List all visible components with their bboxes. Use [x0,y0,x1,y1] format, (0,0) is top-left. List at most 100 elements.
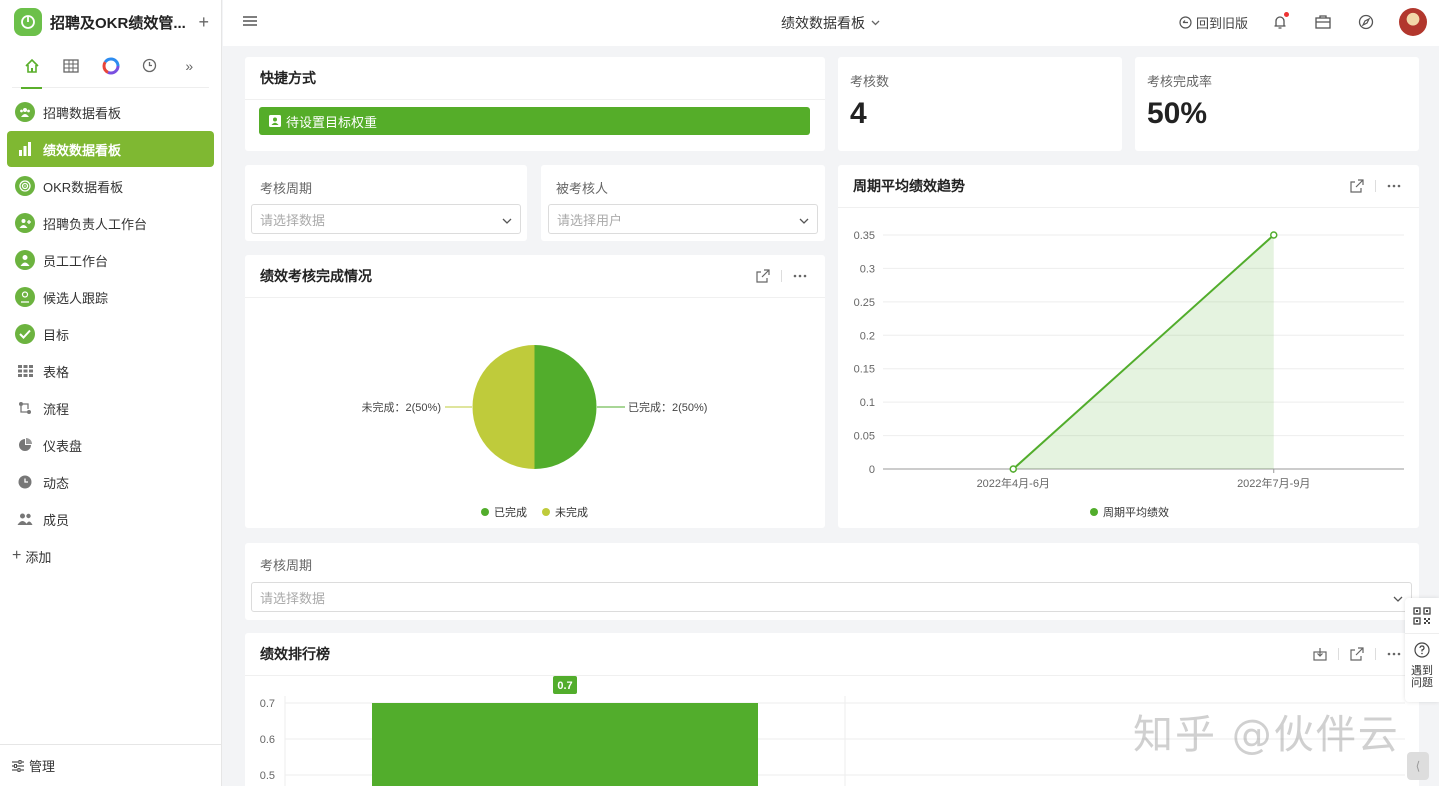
dashboard-color-icon[interactable] [91,44,130,88]
y-tick-label: 0.15 [854,364,875,376]
open-external-icon[interactable] [753,266,773,286]
filter-person-card: 被考核人 请选择用户 [541,165,825,241]
sidebar-item-recruit-dashboard[interactable]: 招聘数据看板 [7,94,214,130]
legend-label: 已完成 [494,507,527,519]
bell-icon[interactable] [1270,12,1290,32]
set-goal-weight-label: 待设置目标权重 [286,114,378,130]
sidebar-item-members[interactable]: 成员 [7,501,214,537]
sidebar-item-tables[interactable]: 表格 [7,353,214,389]
x-tick-label: 2022年7月-9月 [1237,476,1310,490]
chevron-down-icon [871,20,880,26]
back-old-label: 回到旧版 [1195,15,1248,31]
card-header: 绩效考核完成情况 [245,255,825,298]
sidebar-item-okr-dashboard[interactable]: OKR数据看板 [7,168,214,204]
back-to-old-version-button[interactable]: 回到旧版 [1179,13,1248,32]
period-select[interactable]: 请选择数据 [251,204,521,234]
set-goal-weight-button[interactable]: 待设置目标权重 [259,107,810,135]
period-select-2[interactable]: 请选择数据 [251,582,1412,612]
data-point [1270,231,1278,239]
sidebar-item-label: 候选人跟踪 [43,290,109,306]
pie-slice-incomplete[interactable] [472,345,535,469]
divider [781,270,782,282]
bar-value-label: 0.7 [557,680,572,692]
collapse-handle-icon[interactable]: ⟨ [1407,752,1429,780]
line-legend[interactable]: 周期平均绩效 [1090,504,1169,520]
filter-period-card: 考核周期 请选择数据 [245,165,527,241]
y-tick-label: 0.3 [860,263,875,275]
divider [1375,648,1376,660]
select-placeholder: 请选择数据 [260,212,326,228]
qrcode-icon[interactable] [1405,598,1439,634]
legend-label: 周期平均绩效 [1103,507,1169,519]
revert-icon [1179,15,1192,29]
pie-label-complete: 已完成：2(50%) [628,400,707,414]
team-icon [15,102,35,122]
legend-item-complete[interactable]: 已完成 [481,504,527,520]
trend-line-chart: 0.35 0.3 0.25 0.2 0.15 0.1 0.05 0 2022年4月-6月 2022… [854,230,1404,490]
sidebar-item-employee-workbench[interactable]: 员工工作台 [7,242,214,278]
y-tick-label: 0.1 [860,397,875,409]
expand-icon[interactable]: » [170,44,209,88]
add-app-button[interactable]: + [198,12,209,33]
card-tools [753,266,810,286]
filter-period-card-2: 考核周期 请选择数据 [245,543,1419,620]
compass-icon[interactable] [1356,12,1376,32]
target-icon [15,176,35,196]
sidebar-item-flow[interactable]: 流程 [7,390,214,426]
contact-card-icon [269,115,281,127]
sidebar-icon-tabs: » [12,44,209,89]
more-icon[interactable] [1384,644,1404,664]
chevron-down-icon [1393,590,1403,605]
question-icon [1414,642,1430,661]
page-title-dropdown[interactable]: 绩效数据看板 [781,13,880,33]
clock-icon[interactable] [130,44,169,88]
sidebar-item-label: 招聘数据看板 [43,105,122,121]
topbar: 绩效数据看板 回到旧版 [223,0,1439,46]
chevron-down-icon [502,212,512,227]
sidebar-manage-button[interactable]: 管理 [0,744,221,786]
sidebar: 招聘及OKR绩效管... + » 招聘数据看板 绩效数据看板 OKR数据看板 招… [0,0,222,786]
inbox-icon[interactable] [1313,12,1333,32]
help-button[interactable]: 遇到问题 [1405,634,1439,689]
stat-card-count: 考核数 4 [838,57,1122,151]
more-icon[interactable] [1384,176,1404,196]
y-tick-label: 0.2 [860,330,875,342]
card-header: 周期平均绩效趋势 [838,165,1419,208]
members-icon [15,509,35,529]
topbar-actions: 回到旧版 [1179,8,1427,36]
y-tick-label: 0.6 [260,734,275,746]
sidebar-item-performance-dashboard[interactable]: 绩效数据看板 [7,131,214,167]
pie-label-incomplete: 未完成：2(50%) [362,400,441,414]
y-tick-label: 0.7 [260,698,275,710]
more-icon[interactable] [790,266,810,286]
app-name[interactable]: 招聘及OKR绩效管... [50,12,198,33]
sidebar-add-button[interactable]: + 添加 [0,538,221,574]
sidebar-item-dashboard[interactable]: 仪表盘 [7,427,214,463]
app-header: 招聘及OKR绩效管... + [0,0,221,44]
sidebar-item-activity[interactable]: 动态 [7,464,214,500]
sidebar-item-recruit-workbench[interactable]: 招聘负责人工作台 [7,205,214,241]
pie-slice-complete[interactable] [534,345,597,469]
stat-card-completion-rate: 考核完成率 50% [1135,57,1419,151]
sidebar-item-goals[interactable]: 目标 [7,316,214,352]
app-logo-icon[interactable] [14,8,42,36]
menu-toggle-icon[interactable] [243,14,257,32]
user-add-icon [15,213,35,233]
download-icon[interactable] [1310,644,1330,664]
sidebar-menu: 招聘数据看板 绩效数据看板 OKR数据看板 招聘负责人工作台 员工工作台 候选人… [0,88,221,537]
stat-label: 考核数 [850,74,890,89]
open-external-icon[interactable] [1347,176,1367,196]
bar [372,703,758,786]
home-icon[interactable] [12,44,51,89]
pie-icon [15,435,35,455]
divider [1375,180,1376,192]
filter-label: 被考核人 [556,181,609,196]
open-external-icon[interactable] [1347,644,1367,664]
table-icon[interactable] [51,44,90,88]
notification-dot [1284,12,1289,17]
pie-card-title: 绩效考核完成情况 [260,268,372,284]
legend-item-incomplete[interactable]: 未完成 [542,504,588,520]
person-select[interactable]: 请选择用户 [548,204,818,234]
sidebar-item-candidate-tracking[interactable]: 候选人跟踪 [7,279,214,315]
avatar[interactable] [1399,8,1427,36]
